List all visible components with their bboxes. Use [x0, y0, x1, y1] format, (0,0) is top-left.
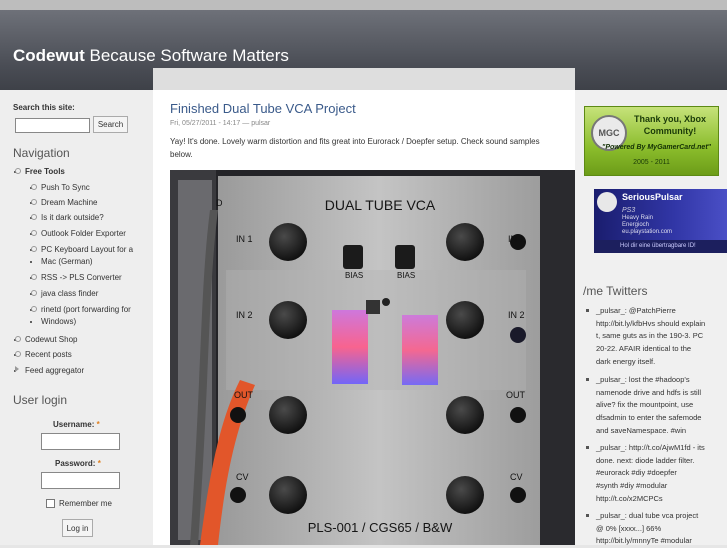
photo-footer: PLS-001 / CGS65 / B&W	[308, 520, 453, 535]
bullet-icon	[31, 290, 37, 296]
photo-label-out-right: OUT	[506, 390, 526, 400]
tweet: _pulsar_: dual tube vca project @ 0% [xx…	[586, 510, 720, 548]
photo-label-in1-left: IN 1	[236, 234, 253, 244]
gamercard-text: Thank you, Xbox Community!	[633, 114, 706, 136]
nav-item-rss-pls[interactable]: RSS -> PLS Converter	[31, 272, 122, 283]
post-title[interactable]: Finished Dual Tube VCA Project	[170, 101, 356, 116]
login-title: User login	[13, 393, 68, 407]
photo-label-cv-right: CV	[510, 472, 523, 482]
photo-label-d: D	[216, 198, 223, 208]
bullet-icon	[31, 184, 37, 190]
bullet-icon	[31, 274, 37, 280]
required-mark: *	[97, 459, 101, 468]
site-name[interactable]: Codewut	[13, 46, 85, 65]
content-top-bar	[153, 68, 575, 90]
nav-item-free-tools[interactable]: Free Tools	[15, 166, 65, 177]
nav-item-keyboard-layout[interactable]: PC Keyboard Layout for a	[31, 244, 133, 255]
photo-label-bias-right: BIAS	[397, 271, 415, 280]
bullet-icon	[586, 309, 589, 312]
bullet-icon	[31, 230, 37, 236]
remember-me-label: Remember me	[59, 499, 112, 508]
nav-item-java-class-finder[interactable]: java class finder	[31, 288, 98, 299]
psn-avatar	[597, 192, 617, 212]
photo-label-in2-left: IN 2	[236, 310, 253, 320]
bullet-icon	[31, 214, 37, 220]
bullet-icon	[31, 199, 37, 205]
post-body: Yay! It's done. Lovely warm distortion a…	[170, 137, 540, 159]
nav-item-keyboard-layout-cont[interactable]: Mac (German)	[41, 256, 93, 267]
nav-item-rinetd-cont[interactable]: Windows)	[41, 316, 76, 327]
bullet-icon	[31, 246, 37, 252]
nav-item-push-to-sync[interactable]: Push To Sync	[31, 182, 90, 193]
psn-game: Energioch	[622, 222, 650, 228]
photo-label-out-left: OUT	[234, 390, 254, 400]
nav-item-recent-posts[interactable]: Recent posts	[15, 349, 72, 360]
nav-item-outlook-exporter[interactable]: Outlook Folder Exporter	[31, 228, 126, 239]
bullet-icon	[15, 336, 21, 342]
psn-logo: PS3	[622, 207, 636, 214]
username-label: Username: *	[53, 420, 100, 429]
psn-name: SeriousPulsar	[622, 192, 683, 202]
gamercard-widget[interactable]: MGC Thank you, Xbox Community! "Powered …	[584, 106, 719, 176]
post-photo: DUAL TUBE VCA D IN 1 IN 2 OUT CV IN 1 IN…	[170, 170, 600, 545]
nav-item-feed-aggregator[interactable]: Feed aggregator	[15, 365, 84, 376]
search-button[interactable]: Search	[93, 116, 128, 133]
photo-label-cv-left: CV	[236, 472, 249, 482]
tweet: _pulsar_: lost the #hadoop's namenode dr…	[586, 374, 720, 438]
nav-item-dark-outside[interactable]: Is it dark outside?	[31, 212, 104, 223]
site-title[interactable]: Codewut Because Software Matters	[13, 46, 289, 66]
collapsed-arrow-icon	[15, 366, 19, 372]
top-bar	[0, 0, 727, 10]
gamercard-years: 2005 - 2011	[633, 159, 670, 166]
login-button[interactable]: Log in	[62, 519, 93, 537]
nav-item-codewut-shop[interactable]: Codewut Shop	[15, 334, 77, 345]
photo-label-in1-right: IN 1	[508, 234, 525, 244]
bullet-icon	[586, 378, 589, 381]
password-label: Password: *	[55, 459, 101, 468]
left-sidebar: Search this site: Search Navigation Free…	[0, 90, 155, 545]
gamercard-subtext: "Powered By MyGamerCard.net"	[602, 144, 711, 151]
psn-footer[interactable]: Hol dir eine übertragbare ID!	[594, 240, 727, 253]
bullet-icon	[586, 446, 589, 449]
nav-item-dream-machine[interactable]: Dream Machine	[31, 197, 97, 208]
photo-label-in2-right: IN 2	[508, 310, 525, 320]
post-meta: Fri, 05/27/2011 - 14:17 — pulsar	[170, 120, 271, 127]
bullet-icon	[15, 168, 21, 174]
psn-game: eu.playstation.com	[622, 229, 673, 235]
bullet-icon	[31, 306, 37, 312]
nav-item-rinetd[interactable]: rinetd (port forwarding for	[31, 304, 131, 315]
twitter-title: /me Twitters	[583, 284, 648, 298]
tweet: _pulsar_: http://t.co/AjwM1fd - its done…	[586, 442, 720, 506]
search-input[interactable]	[15, 118, 90, 133]
tweet: _pulsar_: @PatchPierre http://bit.ly/kfb…	[586, 305, 720, 369]
bullet-icon	[586, 514, 589, 517]
site-slogan: Because Software Matters	[89, 46, 289, 65]
psn-card-widget[interactable]: SeriousPulsar PS3 Heavy Rain Energioch e…	[594, 189, 727, 253]
bullet-icon	[15, 351, 21, 357]
search-label: Search this site:	[13, 103, 75, 112]
required-mark: *	[96, 420, 100, 429]
photo-title: DUAL TUBE VCA	[325, 197, 436, 213]
navigation-title: Navigation	[13, 146, 70, 160]
username-field[interactable]	[41, 433, 120, 450]
remember-me-checkbox[interactable]	[46, 499, 55, 508]
password-field[interactable]	[41, 472, 120, 489]
psn-game: Heavy Rain	[622, 215, 654, 221]
photo-label-bias-left: BIAS	[345, 271, 363, 280]
